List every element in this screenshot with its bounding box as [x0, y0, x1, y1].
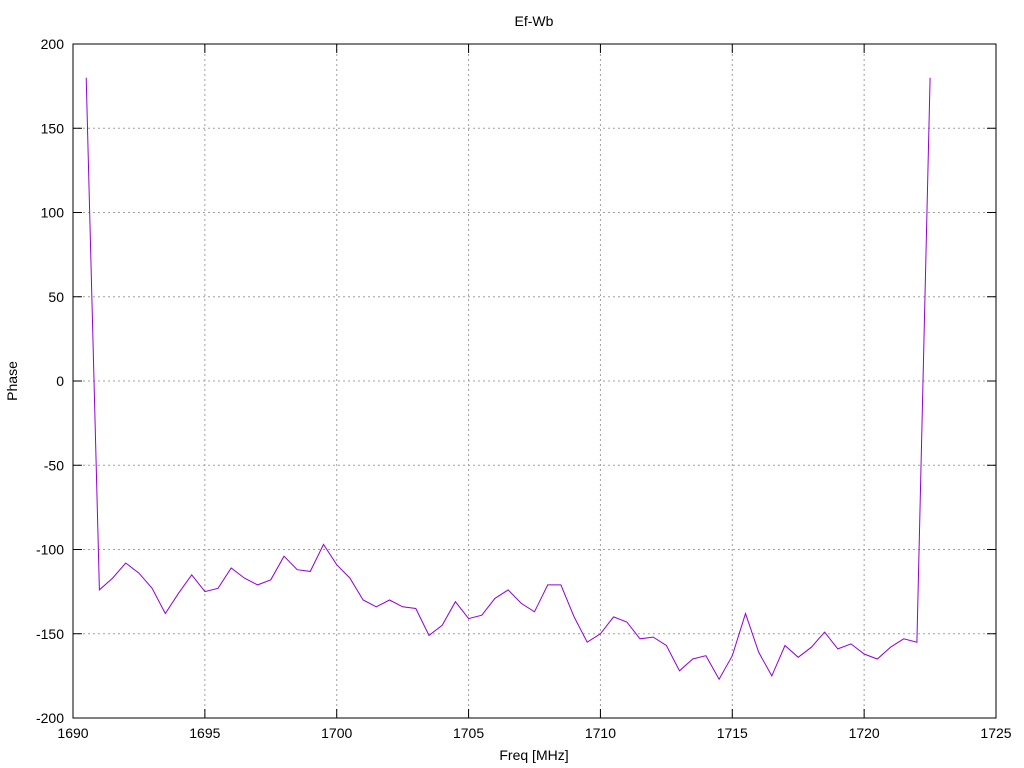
x-tick-label: 1705 [453, 725, 484, 741]
x-tick-label: 1690 [57, 725, 88, 741]
phase-series-line [85, 77, 931, 681]
x-axis-label: Freq [MHz] [499, 747, 568, 763]
x-tick-label: 1725 [980, 725, 1011, 741]
y-tick-label: 0 [56, 373, 64, 389]
y-axis-label: Phase [4, 361, 20, 401]
tick-labels: 1690 1695 1700 1705 1710 1715 1720 1725 -200 -150… [36, 36, 1012, 741]
x-tick-label: 1715 [717, 725, 748, 741]
x-tick-label: 1700 [321, 725, 352, 741]
y-tick-label: -50 [44, 457, 64, 473]
x-tick-label: 1720 [849, 725, 880, 741]
y-tick-label: 150 [41, 120, 65, 136]
y-tick-label: 200 [41, 36, 65, 52]
phase-chart: 1690 1695 1700 1705 1710 1715 1720 1725 -200 -150… [4, 13, 1012, 763]
chart-title: Ef-Wb [515, 13, 554, 29]
x-tick-label: 1695 [189, 725, 220, 741]
x-tick-label: 1710 [585, 725, 616, 741]
grid-lines [73, 44, 996, 718]
y-tick-label: -150 [36, 626, 64, 642]
y-tick-label: 100 [41, 205, 65, 221]
y-tick-label: 50 [48, 289, 64, 305]
y-tick-label: -200 [36, 710, 64, 726]
y-tick-label: -100 [36, 542, 64, 558]
